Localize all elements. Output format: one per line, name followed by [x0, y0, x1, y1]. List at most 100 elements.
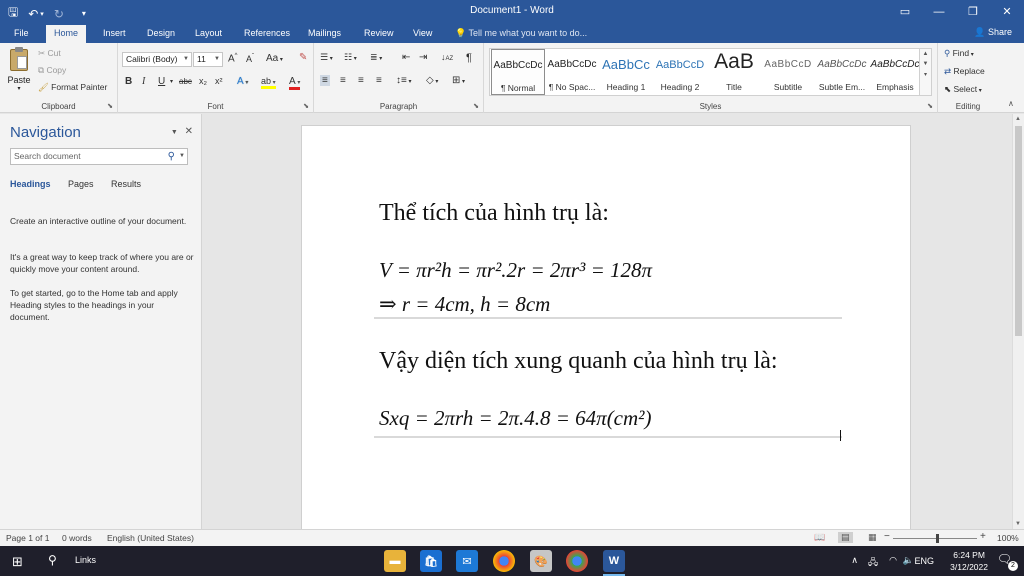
- font-launcher-icon[interactable]: ⬊: [303, 102, 309, 110]
- style-normal[interactable]: AaBbCcDc ¶ Normal: [491, 49, 545, 95]
- superscript-button[interactable]: x²: [215, 76, 223, 86]
- format-painter-button[interactable]: 🖌 Format Painter: [38, 82, 107, 93]
- chrome-profile-icon[interactable]: [566, 550, 588, 572]
- style-heading-1[interactable]: AaBbCc Heading 1: [599, 49, 653, 95]
- tab-file[interactable]: File: [6, 26, 37, 43]
- close-icon[interactable]: ✕: [990, 0, 1024, 23]
- borders-icon[interactable]: ⊞ ▾: [452, 75, 465, 86]
- windows-start-icon[interactable]: ⊞: [12, 554, 23, 570]
- tab-mailings[interactable]: Mailings: [300, 26, 349, 43]
- tab-insert[interactable]: Insert: [95, 26, 134, 43]
- scroll-thumb[interactable]: [1015, 126, 1022, 336]
- minimize-icon[interactable]: —: [922, 0, 956, 23]
- style-no-spacing[interactable]: AaBbCcDc ¶ No Spac...: [545, 49, 599, 95]
- read-mode-icon[interactable]: 📖: [814, 532, 825, 543]
- numbering-icon[interactable]: ☷ ▾: [344, 52, 357, 63]
- close-icon[interactable]: ✕: [185, 126, 193, 137]
- tab-home[interactable]: Home: [46, 25, 87, 43]
- zoom-level[interactable]: 100%: [997, 533, 1019, 543]
- paragraph-launcher-icon[interactable]: ⬊: [473, 102, 479, 110]
- paste-button[interactable]: Paste ▾: [6, 47, 32, 97]
- document-page[interactable]: Thể tích của hình trụ là: V = πr²h = πr²…: [301, 125, 911, 529]
- language-indicator[interactable]: English (United States): [107, 533, 194, 543]
- network-icon[interactable]: 🖧: [868, 555, 878, 571]
- word-app-icon[interactable]: W: [603, 550, 625, 576]
- shrink-font-icon[interactable]: Aˇ: [246, 54, 254, 64]
- page-count[interactable]: Page 1 of 1: [6, 533, 49, 543]
- styles-launcher-icon[interactable]: ⬊: [927, 102, 933, 110]
- file-explorer-icon[interactable]: ▬: [384, 550, 406, 572]
- taskbar-links[interactable]: Links: [75, 555, 96, 565]
- tab-review[interactable]: Review: [356, 26, 402, 43]
- chevron-down-icon[interactable]: ▼: [920, 61, 931, 67]
- subscript-button[interactable]: x₂: [199, 76, 207, 86]
- system-clock[interactable]: 6:24 PM 3/12/2022: [950, 549, 988, 573]
- replace-button[interactable]: ⇄ Replace: [944, 66, 985, 77]
- tab-references[interactable]: References: [236, 26, 298, 43]
- grow-font-icon[interactable]: A^: [228, 53, 238, 64]
- zoom-slider[interactable]: [893, 538, 977, 539]
- tab-layout[interactable]: Layout: [187, 26, 230, 43]
- chrome-icon[interactable]: [493, 550, 515, 572]
- paint-app-icon[interactable]: 🎨: [530, 550, 552, 572]
- ribbon-display-options-icon[interactable]: ▭: [888, 0, 922, 23]
- chevron-down-icon[interactable]: ▼: [179, 149, 185, 164]
- store-icon[interactable]: 🛍: [420, 550, 442, 572]
- collapse-ribbon-icon[interactable]: ∧: [1008, 99, 1014, 108]
- scroll-up-icon[interactable]: ▲: [1015, 116, 1021, 122]
- vertical-scrollbar[interactable]: ▲ ▼: [1012, 114, 1024, 529]
- web-layout-icon[interactable]: ▦: [868, 532, 877, 543]
- decrease-indent-icon[interactable]: ⇤: [402, 52, 410, 63]
- chevron-up-icon[interactable]: ▲: [920, 51, 931, 57]
- underline-dropdown-icon[interactable]: ▾: [170, 78, 173, 85]
- style-emphasis[interactable]: AaBbCcDc Emphasis: [869, 49, 921, 95]
- mail-icon[interactable]: ✉: [456, 550, 478, 572]
- chevron-up-icon[interactable]: ∧: [851, 555, 858, 566]
- show-formatting-icon[interactable]: ¶: [466, 52, 472, 64]
- clipboard-launcher-icon[interactable]: ⬊: [107, 102, 113, 110]
- style-title[interactable]: AaB Title: [707, 49, 761, 95]
- tab-view[interactable]: View: [405, 26, 440, 43]
- justify-icon[interactable]: ≡: [376, 75, 382, 86]
- search-icon[interactable]: ⚲: [48, 553, 57, 567]
- style-heading-2[interactable]: AaBbCcD Heading 2: [653, 49, 707, 95]
- wifi-icon[interactable]: ◠: [889, 555, 897, 566]
- tab-results[interactable]: Results: [111, 179, 141, 189]
- find-button[interactable]: ⚲ Find ▾: [944, 48, 974, 59]
- clear-formatting-icon[interactable]: ✎: [299, 52, 307, 63]
- search-document-input[interactable]: Search document ⚲ ▼: [10, 148, 188, 165]
- multilevel-list-icon[interactable]: ≣ ▾: [370, 52, 382, 63]
- bullets-icon[interactable]: ☰ ▾: [320, 52, 333, 63]
- copy-button[interactable]: ⧉ Copy: [38, 65, 66, 76]
- style-subtitle[interactable]: AaBbCcD Subtitle: [761, 49, 815, 95]
- search-icon[interactable]: ⚲: [168, 149, 175, 164]
- font-family-select[interactable]: Calibri (Body) ▼: [122, 52, 192, 67]
- underline-button[interactable]: U: [158, 76, 165, 87]
- sort-icon[interactable]: ↓AZ: [441, 52, 453, 62]
- italic-button[interactable]: I: [142, 76, 145, 87]
- chevron-down-icon[interactable]: ▼: [171, 129, 178, 136]
- volume-icon[interactable]: 🔈: [903, 555, 914, 566]
- shading-icon[interactable]: ◇ ▾: [426, 75, 438, 86]
- word-count[interactable]: 0 words: [62, 533, 92, 543]
- change-case-icon[interactable]: Aa ▾: [266, 53, 283, 64]
- tab-headings[interactable]: Headings: [10, 179, 51, 189]
- tell-me-box[interactable]: 💡 Tell me what you want to do...: [455, 28, 587, 39]
- line-spacing-icon[interactable]: ↕≡ ▾: [396, 75, 412, 86]
- input-language[interactable]: ENG: [914, 556, 934, 566]
- zoom-slider-handle[interactable]: [936, 534, 939, 543]
- align-left-icon[interactable]: ≡: [320, 75, 330, 86]
- share-button[interactable]: 👤 Share: [974, 27, 1012, 38]
- align-right-icon[interactable]: ≡: [358, 75, 364, 86]
- zoom-in-button[interactable]: +: [980, 531, 986, 542]
- tab-design[interactable]: Design: [139, 26, 183, 43]
- zoom-out-button[interactable]: −: [884, 531, 890, 542]
- font-size-select[interactable]: 11 ▼: [193, 52, 223, 67]
- tab-pages[interactable]: Pages: [68, 179, 94, 189]
- text-effects-button[interactable]: A ▾: [237, 76, 248, 87]
- highlight-button[interactable]: ab ▾: [261, 76, 276, 89]
- bold-button[interactable]: B: [125, 76, 132, 87]
- cut-button[interactable]: ✂ Cut: [38, 48, 61, 59]
- increase-indent-icon[interactable]: ⇥: [419, 52, 427, 63]
- more-styles-icon[interactable]: ▾: [920, 71, 931, 78]
